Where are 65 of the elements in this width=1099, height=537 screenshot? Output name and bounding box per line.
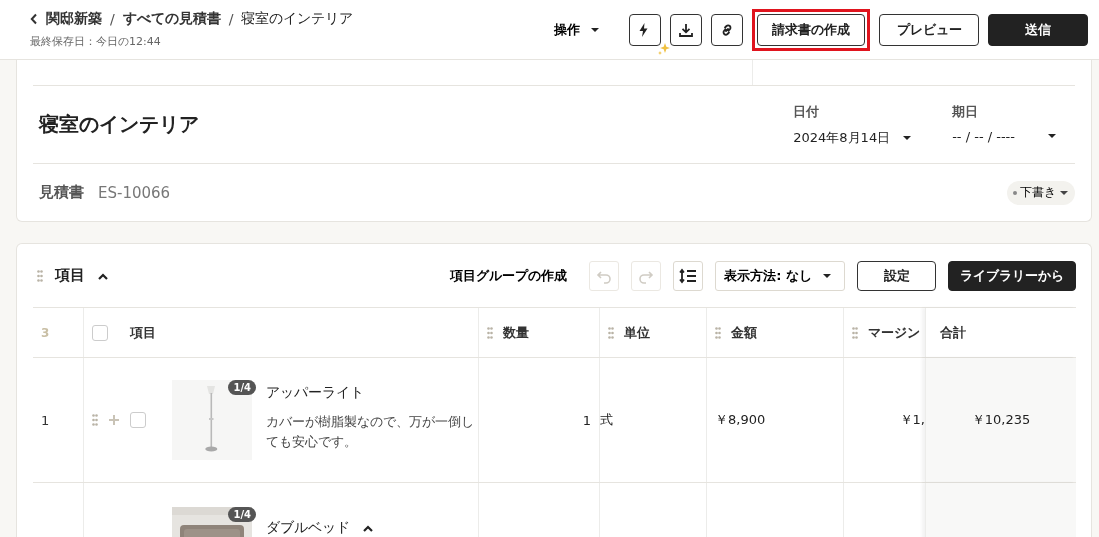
drag-handle-icon[interactable] [487,326,493,339]
column-title: 合計 [940,323,966,342]
header-button[interactable]: 請求書の作成 [757,13,865,46]
image-count-badge: 1/4 [228,507,256,522]
table-cell: 式 [600,411,613,429]
column-title: 単位 [624,323,650,342]
link-button[interactable] [711,13,743,46]
settings-button[interactable]: 設定 [857,260,936,291]
header-button[interactable]: プレビュー [879,13,979,46]
row-number: 1 [40,411,51,430]
field-label: 期日 [952,102,980,121]
section-title: 項目 [55,266,85,285]
sparkle-icon [657,41,671,56]
drag-handle-icon[interactable] [608,326,614,339]
column-title: 金額 [731,323,757,342]
breadcrumb-separator: / [110,11,115,27]
date-picker[interactable]: -- / -- / ---- [952,128,1057,144]
breadcrumb-separator: / [228,11,234,27]
table-cell: 1 [582,412,591,428]
save-status: 最終保存日：今日の12:44 [30,34,162,49]
table-cell: ￥10,235 [971,411,1031,429]
row-count: 3 [40,324,51,342]
caret-icon [1059,189,1069,196]
document-type: 見積書 [39,183,84,202]
breadcrumb-link[interactable]: すべての見積書 [122,10,221,28]
checkbox[interactable] [92,324,108,341]
download-icon [678,21,694,38]
column-title: 数量 [503,323,529,342]
drag-handle-icon[interactable] [92,414,98,426]
breadcrumb-link[interactable]: 関邸新築 [46,10,102,28]
checkbox[interactable] [130,412,146,428]
item-description: カバーが樹脂製なので、万が一倒しても安心です。 [266,413,475,451]
table-cell: ￥8,900 [715,411,766,429]
sort-button[interactable] [673,260,704,291]
actions-menu[interactable]: 操作 [548,16,606,43]
chevron-up-icon[interactable] [97,271,109,280]
line-spacing-icon [679,267,698,284]
status-dropdown[interactable]: 下書き [1007,180,1075,205]
bolt-button[interactable] [629,13,661,46]
back-icon[interactable] [30,13,38,25]
caret-icon [902,134,913,141]
send-button[interactable]: 送信 [988,13,1088,46]
download-button[interactable] [670,13,702,46]
column-title: 項目 [130,323,156,342]
column-title: マージン [868,323,920,342]
drag-handle-icon[interactable] [37,269,43,282]
document-number: ES-10066 [98,183,171,202]
library-button[interactable]: ライブラリーから [948,260,1076,291]
caret-icon [1047,133,1057,139]
display-dropdown[interactable]: 表示方法: なし [715,260,845,291]
caret-icon [590,26,600,33]
drag-handle-icon[interactable] [715,326,721,339]
breadcrumb-current: 寝室のインテリア [241,10,354,28]
image-count-badge: 1/4 [228,380,256,395]
create-group-button[interactable]: 項目グループの作成 [450,266,568,285]
chevron-up-icon[interactable] [362,524,374,532]
item-name: アッパーライト [266,384,364,402]
field-label: 日付 [793,102,821,121]
item-name: ダブルベッド [266,519,350,537]
date-picker[interactable]: 2024年8月14日 [793,128,913,147]
table-cell: ￥1, [899,411,925,429]
drag-handle-icon[interactable] [852,326,858,339]
document-title: 寝室のインテリア [39,111,199,138]
plus-icon[interactable] [108,414,120,426]
caret-icon [822,272,832,279]
